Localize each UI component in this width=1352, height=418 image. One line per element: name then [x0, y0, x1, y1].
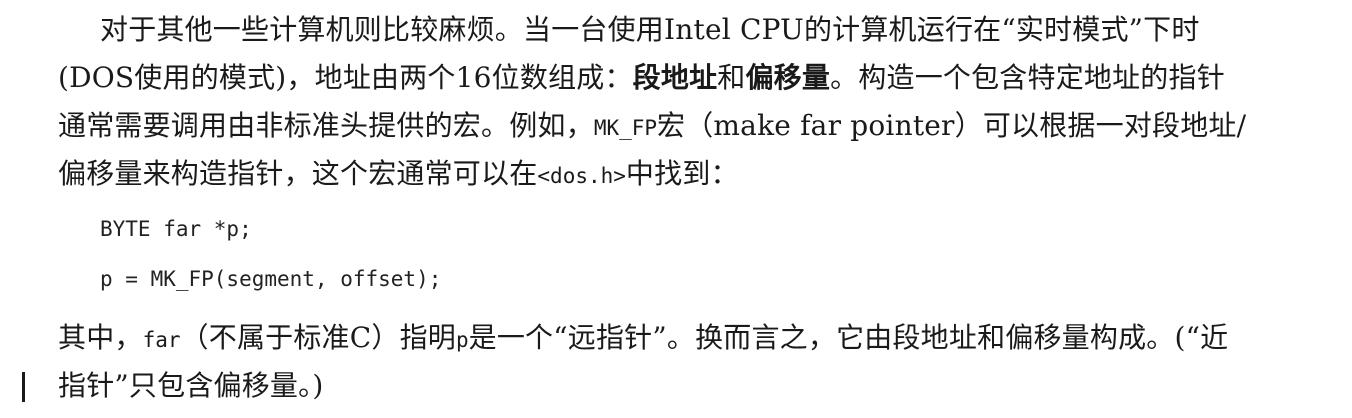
text-segment: 指针”只包含偏移量。) — [58, 369, 324, 402]
paragraph-2-line-1: 其中，far（不属于标准C）指明p是一个“远指针”。换而言之，它由段地址和偏移量… — [58, 318, 1228, 360]
paragraph-1-line-3: 通常需要调用由非标准头提供的宏。例如，MK_FP宏（make far point… — [58, 106, 1246, 148]
text-segment: 宏（make far pointer）可以根据一对段地址/ — [657, 109, 1247, 142]
paragraph-2-line-2: 指针”只包含偏移量。) — [58, 366, 323, 406]
paragraph-1-line-4: 偏移量来构造指针，这个宏通常可以在<dos.h>中找到： — [58, 154, 739, 196]
inline-code-p: p — [455, 328, 469, 352]
text-segment: 通常需要调用由非标准头提供的宏。例如， — [58, 109, 594, 142]
text-segment: 其中， — [58, 321, 143, 354]
text-segment: 对于其他一些计算机则比较麻烦。当一台使用Intel CPU的计算机运行在“实时模… — [100, 13, 1200, 46]
text-segment: 偏移量来构造指针，这个宏通常可以在 — [58, 157, 538, 190]
inline-code-far: far — [142, 328, 181, 352]
paragraph-1-line-2: (DOS使用的模式)，地址由两个16位数组成：段地址和偏移量。构造一个包含特定地… — [58, 58, 1225, 98]
text-segment: 是一个“远指针”。换而言之，它由段地址和偏移量构成。(“近 — [468, 321, 1229, 354]
term-offset: 偏移量 — [745, 61, 831, 94]
code-line-2: p = MK_FP(segment, offset); — [100, 267, 442, 291]
change-bar — [22, 372, 25, 402]
text-segment: 。构造一个包含特定地址的指针 — [830, 61, 1225, 94]
inline-code-dos-h: <dos.h> — [537, 164, 626, 188]
book-page: 对于其他一些计算机则比较麻烦。当一台使用Intel CPU的计算机运行在“实时模… — [0, 0, 1352, 418]
inline-code-mk-fp: MK_FP — [593, 116, 658, 140]
paragraph-1-line-1: 对于其他一些计算机则比较麻烦。当一台使用Intel CPU的计算机运行在“实时模… — [100, 10, 1200, 50]
text-segment: (DOS使用的模式)，地址由两个16位数组成： — [58, 61, 633, 94]
text-segment: 中找到： — [625, 157, 739, 190]
code-line-1: BYTE far *p; — [100, 217, 252, 241]
text-segment: 和 — [717, 61, 746, 94]
text-segment: （不属于标准C）指明 — [180, 321, 456, 354]
term-segment-address: 段地址 — [632, 61, 718, 94]
